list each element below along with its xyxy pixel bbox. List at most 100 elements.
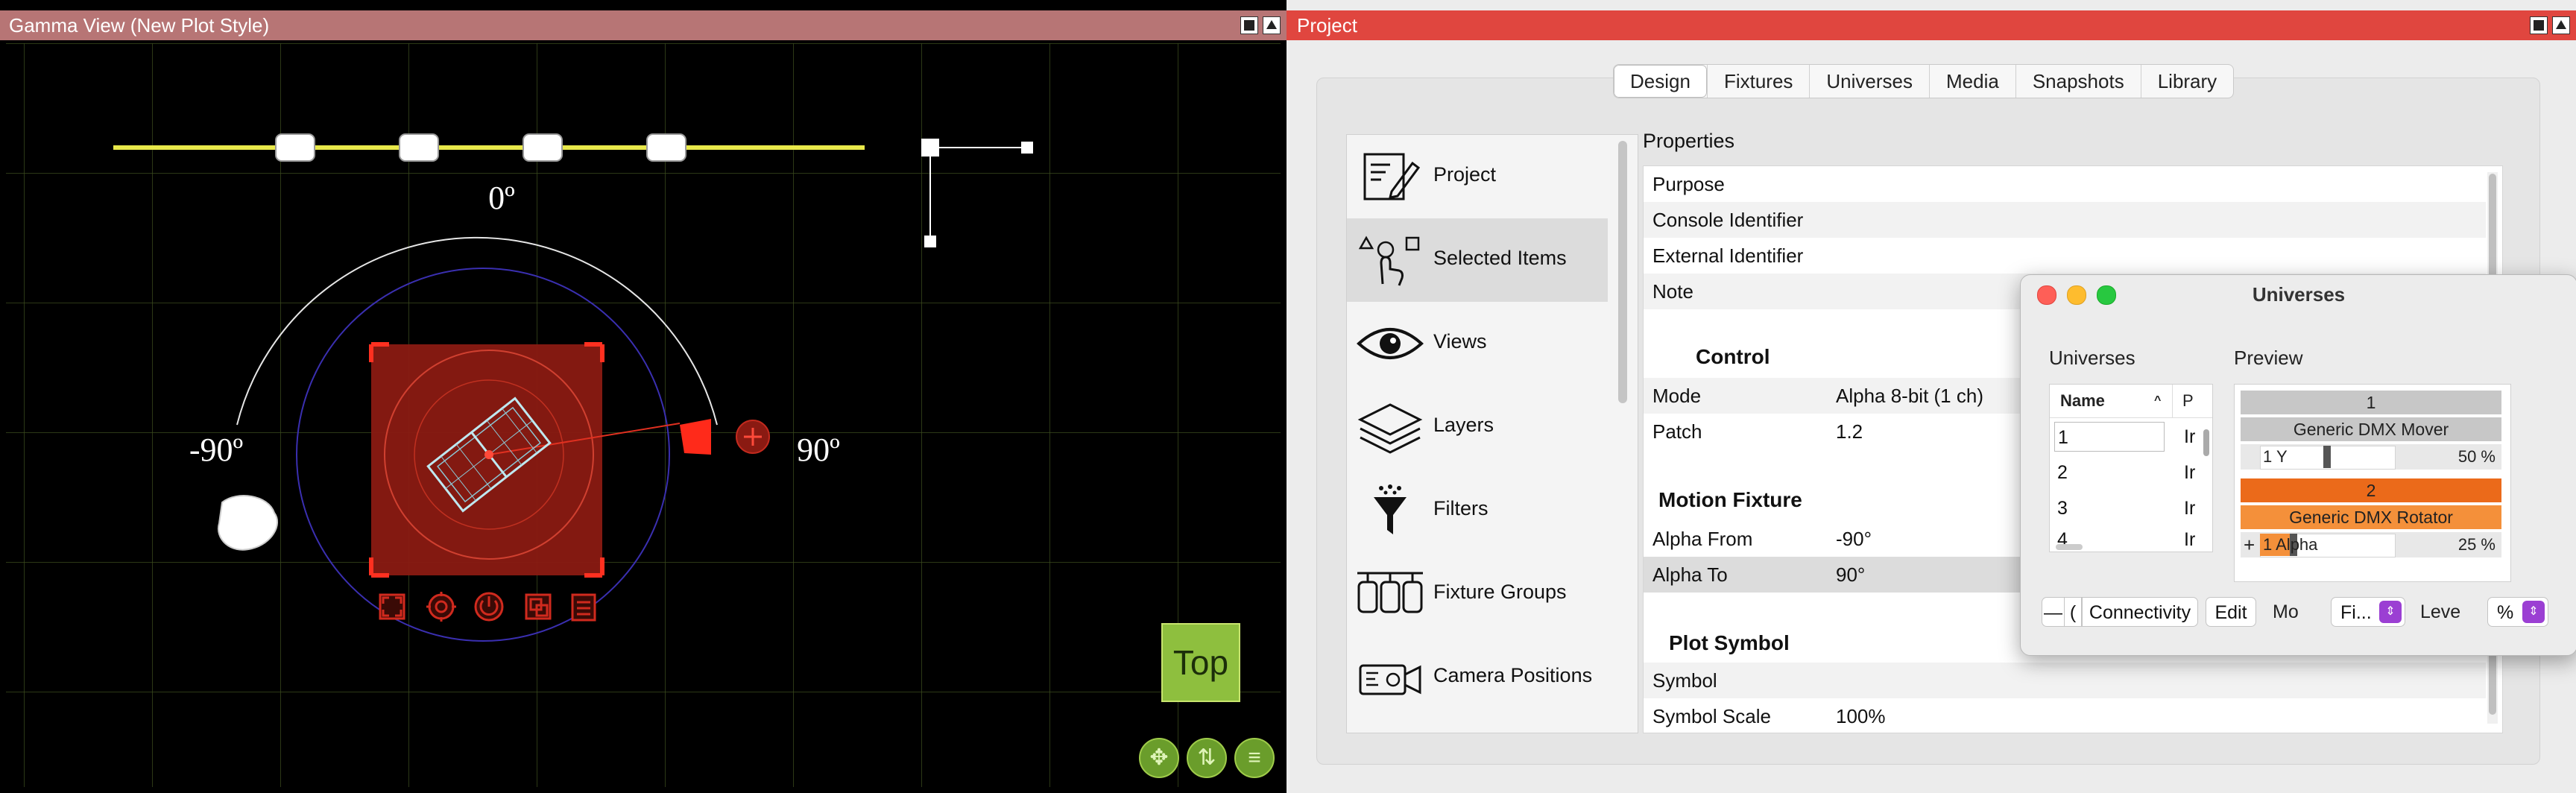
universe-name: 2 [2057,462,2068,483]
universe-protocol: Ir [2184,498,2196,519]
properties-label: Properties [1643,130,1735,152]
tab-snapshots[interactable]: Snapshots [2015,65,2141,98]
property-value: Alpha 8-bit (1 ch) [1836,385,1983,407]
float-window-icon[interactable] [1240,16,1258,34]
power-icon[interactable] [474,592,504,622]
sidebar-item-label: Camera Positions [1433,664,1593,686]
property-key: Note [1652,280,1693,303]
focus-icon[interactable] [379,593,405,620]
tab-media[interactable]: Media [1929,65,2015,98]
property-key: Console Identifier [1652,209,1804,231]
truss-fixture[interactable] [399,133,439,162]
property-row-symbol[interactable]: Symbol [1644,663,2486,698]
menu-icon[interactable]: ≡ [1234,738,1275,778]
sidebar-item-label: Views [1433,330,1487,353]
sidebar-item-label: Fixture Groups [1433,581,1567,603]
sidebar-item-layers[interactable]: Layers [1347,385,1608,469]
maximize-icon[interactable] [1263,16,1281,34]
edit-button[interactable]: Edit [2206,597,2256,627]
property-key: Alpha To [1652,563,1728,586]
column-header-p[interactable]: P [2182,385,2194,417]
sidebar-item-fixture-groups[interactable]: Fixture Groups [1347,552,1608,636]
mode-label: Mo [2273,601,2299,622]
universe-protocol: Ir [2184,529,2196,550]
channel-level-slider[interactable] [2323,446,2331,468]
gamma-view-panel: Gamma View (New Plot Style) 0º -90º 90º … [0,0,1287,793]
universes-list-scrollbar[interactable] [2203,429,2209,456]
universe-name-field[interactable]: 1 [2054,422,2165,452]
top-view-button[interactable]: Top [1161,623,1240,702]
level-unit-select[interactable]: % ⇕ [2487,597,2548,627]
add-universe-button[interactable]: ( [2064,597,2082,627]
property-row-purpose[interactable]: Purpose [1644,166,2486,202]
fixture-groups-icon [1357,572,1423,613]
universe-row[interactable]: 3 Ir [2050,490,2199,526]
gamma-view-title: Gamma View (New Plot Style) [9,14,270,37]
universe-protocol: Ir [2184,462,2196,483]
universes-list: Name ^ P 1 Ir 2 Ir 3 Ir 4 Ir [2049,384,2213,552]
layers-swap-icon[interactable]: ⇅ [1187,738,1227,778]
preview-fixture-name: Generic DMX Rotator [2241,505,2501,529]
property-value: 100% [1836,705,1886,727]
property-row-symbol-scale[interactable]: Symbol Scale 100% [1644,698,2486,733]
gamma-canvas[interactable]: 0º -90º 90º [6,43,1281,787]
sidebar-item-selected-items[interactable]: Selected Items [1347,218,1608,302]
property-key: Alpha From [1652,528,1753,550]
property-key: Symbol [1652,669,1717,692]
level-unit-value: % [2497,602,2514,623]
universes-list-hscrollbar[interactable] [2056,544,2083,550]
tab-library[interactable]: Library [2140,65,2233,98]
gamma-view-titlebar: Gamma View (New Plot Style) [0,10,1287,40]
channel-row: + 1 Alpha 25 % [2241,532,2501,557]
duplicate-icon[interactable] [525,593,552,620]
sidebar-item-label: Project [1433,163,1497,186]
universe-row[interactable]: 1 Ir [2050,419,2199,455]
add-icon[interactable] [736,420,770,454]
angle-right-label: 90º [797,432,840,468]
crosshair-icon[interactable]: + [2244,532,2255,557]
chevron-updown-icon: ⇕ [2379,601,2402,623]
angle-top-label: 0º [488,180,515,216]
sidebar-scrollbar[interactable] [1618,141,1627,403]
column-header-name[interactable]: Name [2060,385,2105,417]
move-icon[interactable]: ✥ [1139,738,1179,778]
sort-ascending-icon[interactable]: ^ [2154,385,2161,417]
sidebar-item-camera-positions[interactable]: Camera Positions [1347,636,1608,719]
truss-fixture[interactable] [523,133,563,162]
mode-select[interactable]: Fi... ⇕ [2331,597,2405,627]
tab-universes[interactable]: Universes [1809,65,1929,98]
float-window-icon[interactable] [2530,16,2548,34]
sidebar-item-filters[interactable]: Filters [1347,469,1608,552]
sidebar-item-label: Selected Items [1433,247,1567,269]
remove-universe-button[interactable]: — [2042,597,2064,627]
sidebar-item-project[interactable]: Project [1347,135,1608,218]
project-edit-icon [1363,153,1421,200]
document-icon[interactable] [571,593,596,622]
connectivity-button[interactable]: Connectivity [2082,597,2198,627]
universe-preview: 1 Generic DMX Mover 1 Y 50 % 2 Generic D… [2234,384,2511,582]
grid-lines [6,43,1281,787]
property-row-external-identifier[interactable]: External Identifier [1644,238,2486,274]
channel-row: 1 Y 50 % [2241,444,2501,470]
maximize-icon[interactable] [2552,16,2570,34]
tab-fixtures[interactable]: Fixtures [1706,65,1809,98]
sidebar-item-label: Filters [1433,497,1489,519]
property-row-console-identifier[interactable]: Console Identifier [1644,202,2486,238]
angle-left-label: -90º [189,432,243,468]
eye-icon [1357,328,1424,359]
universe-row[interactable]: 2 Ir [2050,455,2199,490]
gamma-handle[interactable] [680,419,711,455]
property-key: External Identifier [1652,244,1804,267]
sidebar-item-views[interactable]: Views [1347,302,1608,385]
preview-universe-2-header: 2 [2241,478,2501,502]
chevron-updown-icon: ⇕ [2522,601,2545,623]
preview-fixture-name: Generic DMX Mover [2241,417,2501,441]
tab-design[interactable]: Design [1614,65,1707,98]
property-value: 1.2 [1836,420,1863,443]
project-title: Project [1297,14,1357,37]
sidebar-item-label: Layers [1433,414,1494,436]
truss-fixture[interactable] [646,133,686,162]
mode-select-value: Fi... [2340,602,2372,623]
project-tabs: Design Fixtures Universes Media Snapshot… [1613,64,2235,98]
truss-fixture[interactable] [275,133,315,162]
